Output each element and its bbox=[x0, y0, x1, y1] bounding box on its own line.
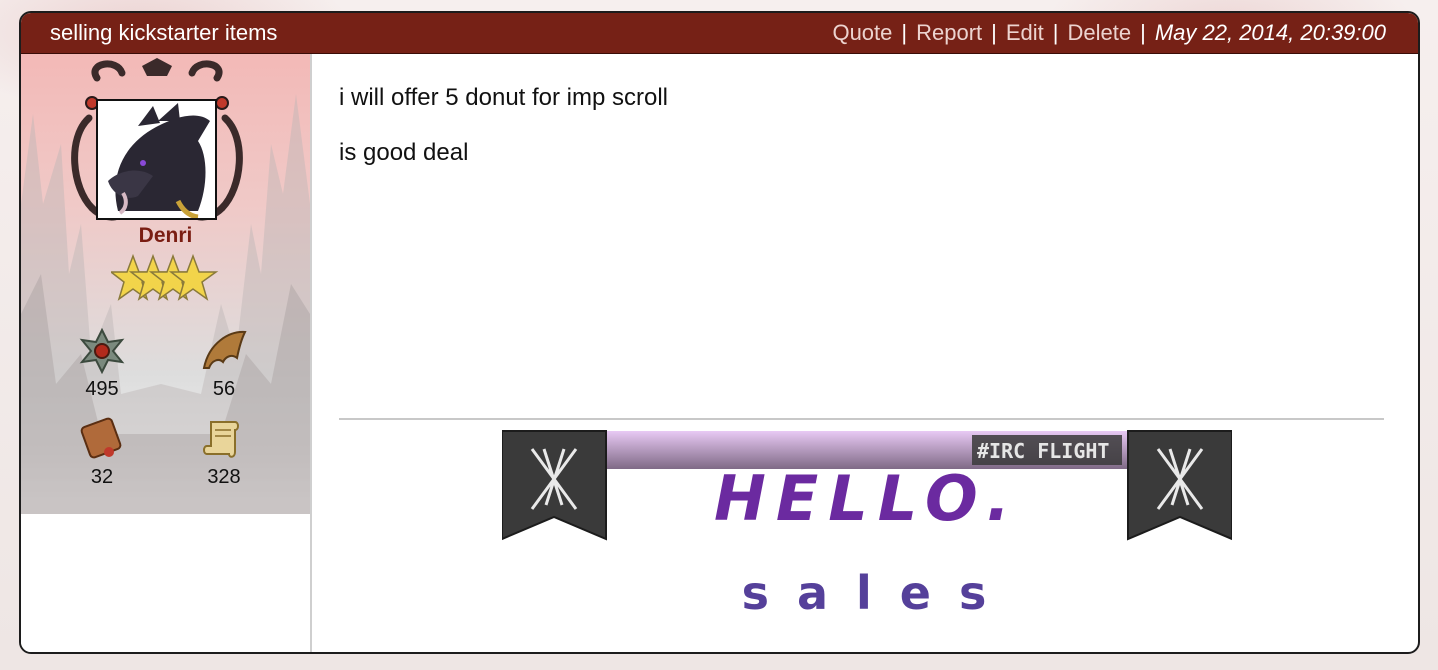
message-line: is good deal bbox=[339, 139, 469, 166]
left-ribbon bbox=[502, 430, 607, 541]
quote-link[interactable]: Quote bbox=[832, 20, 892, 46]
separator: | bbox=[901, 20, 908, 45]
separator: | bbox=[1140, 20, 1146, 45]
post-actions: Quote | Report | Edit | Delete | May 22,… bbox=[832, 20, 1386, 46]
books-count: 32 bbox=[90, 466, 114, 488]
post-body: Denri 495 56 32 328 i will offer 5 donut… bbox=[21, 54, 1418, 652]
post-header: selling kickstarter items Quote | Report… bbox=[21, 13, 1418, 54]
separator: | bbox=[991, 20, 997, 45]
signature-headline: HELLO. bbox=[714, 462, 1020, 535]
book-icon bbox=[80, 417, 122, 459]
post-message: i will offer 5 donut for imp scroll is g… bbox=[339, 84, 668, 194]
forum-post: selling kickstarter items Quote | Report… bbox=[19, 11, 1420, 654]
stat-scrolls: 328 bbox=[189, 416, 259, 489]
post-title: selling kickstarter items bbox=[50, 20, 278, 45]
username[interactable]: Denri bbox=[21, 224, 310, 248]
badge-icon bbox=[79, 328, 125, 374]
signature-banner: #IRC FLIGHT HELLO. s a l e s bbox=[502, 430, 1232, 619]
rank-stars-icon bbox=[111, 253, 219, 301]
right-ribbon bbox=[1127, 430, 1232, 541]
message-line: i will offer 5 donut for imp scroll bbox=[339, 84, 669, 111]
edit-link[interactable]: Edit bbox=[1006, 20, 1044, 46]
post-date: May 22, 2014, 20:39:00 bbox=[1154, 20, 1386, 45]
dragon-avatar-image bbox=[98, 101, 215, 218]
stat-badges: 495 bbox=[67, 328, 137, 401]
scroll-icon bbox=[203, 421, 239, 458]
separator: | bbox=[1052, 20, 1059, 45]
user-sidebar: Denri 495 56 32 328 bbox=[21, 54, 312, 652]
scrolls-count: 328 bbox=[207, 466, 241, 488]
signature-subline: s a l e s bbox=[742, 566, 993, 619]
stat-books: 32 bbox=[67, 416, 137, 489]
badges-count: 495 bbox=[85, 378, 119, 400]
report-link[interactable]: Report bbox=[916, 20, 982, 46]
wings-count: 56 bbox=[212, 378, 236, 400]
stat-wings: 56 bbox=[189, 328, 259, 401]
wing-icon bbox=[202, 330, 247, 369]
signature-tag: #IRC FLIGHT bbox=[977, 439, 1109, 463]
user-avatar[interactable] bbox=[96, 99, 217, 220]
delete-link[interactable]: Delete bbox=[1068, 20, 1132, 46]
signature-divider bbox=[339, 418, 1384, 420]
post-content: i will offer 5 donut for imp scroll is g… bbox=[312, 54, 1418, 652]
